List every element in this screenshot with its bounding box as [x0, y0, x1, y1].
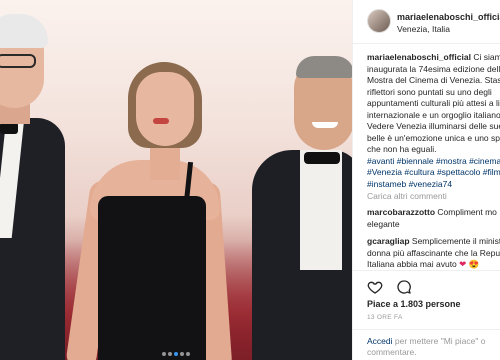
caption-hashtags[interactable]: #Venezia #cultura #spettacolo #film — [367, 167, 500, 179]
caption-line: che non ha eguali. — [367, 144, 437, 154]
caption-line: Vedere Venezia illuminarsi delle sue — [367, 121, 500, 131]
comment-item: gcaragliap Semplicemente il minist donna… — [367, 236, 500, 270]
woman-dress — [98, 196, 206, 360]
comment-text: Semplicemente il minist — [411, 236, 500, 246]
man-right-bowtie — [304, 152, 340, 164]
login-prompt: Accedi per mettere "Mi piace" o commentar… — [367, 336, 497, 358]
man-left-glasses — [0, 54, 36, 68]
action-icons — [367, 279, 422, 295]
heart-emoji: ❤ 😍 — [459, 259, 480, 269]
carousel-dot[interactable] — [162, 352, 166, 356]
woman-lips — [153, 118, 169, 124]
caption-line: Ci siamo. — [473, 52, 500, 62]
comment-item: marcobarazzotto Compliment mo elegante — [367, 207, 500, 230]
load-more-comments-link[interactable]: Carica altri commenti — [367, 191, 500, 201]
comment-text: elegante — [367, 218, 400, 229]
profile-avatar[interactable] — [367, 9, 391, 33]
caption-line: belle è un'emozione unica e uno sp — [367, 132, 500, 143]
likes-count[interactable]: Piace a 1.803 persone — [367, 299, 461, 309]
carousel-dot[interactable] — [174, 352, 178, 356]
post-timestamp: 13 ORE FA — [367, 314, 403, 321]
comment-icon[interactable] — [396, 279, 412, 295]
post-username[interactable]: mariaelenaboschi_official — [397, 12, 500, 22]
comment-text: Compliment mo — [437, 207, 497, 217]
caption-line: inaugurata la 74esima edizione della — [367, 63, 500, 74]
woman-face — [136, 72, 194, 146]
caption-line: Mostra del Cinema di Venezia. Stase — [367, 75, 500, 85]
comment-username[interactable]: gcaragliap — [367, 236, 410, 246]
man-right-shirt — [300, 150, 342, 270]
comment-box: Accedi per mettere "Mi piace" o commentar… — [353, 329, 500, 360]
carousel-dot[interactable] — [168, 352, 172, 356]
post-caption: mariaelenaboschi_official Ci siamo. inau… — [367, 52, 500, 190]
comments-list: mariaelenaboschi_official Ci siamo. inau… — [367, 52, 500, 270]
post-photo[interactable] — [0, 0, 352, 360]
post-location[interactable]: Venezia, Italia — [397, 24, 450, 34]
comment-username[interactable]: marcobarazzotto — [367, 207, 435, 217]
login-prompt-text: per mettere "Mi piace" o — [392, 336, 486, 346]
carousel-dot[interactable] — [180, 352, 184, 356]
caption-line: riflettori sono puntati su uno degli — [367, 86, 492, 97]
post-sidebar: mariaelenaboschi_official Venezia, Itali… — [352, 0, 500, 360]
comment-text: Italiana abbia mai avuto — [367, 259, 457, 269]
post-actions: Piace a 1.803 persone 13 ORE FA Accedi p… — [353, 270, 500, 360]
man-right-hair — [296, 56, 352, 78]
caption-hashtags[interactable]: #avanti #biennale #mostra #cinema — [367, 156, 500, 168]
heart-icon[interactable] — [367, 279, 383, 295]
man-left-hair — [0, 14, 48, 48]
post-header: mariaelenaboschi_official Venezia, Itali… — [353, 0, 500, 44]
carousel-dot[interactable] — [186, 352, 190, 356]
caption-username[interactable]: mariaelenaboschi_official — [367, 52, 471, 62]
man-right-smile — [312, 122, 338, 128]
caption-hashtags[interactable]: #instameb #venezia74 — [367, 179, 500, 191]
caption-line: appuntamenti culturali più attesi a li — [367, 98, 500, 108]
comment-text: donna più affascinante che la Repu — [367, 247, 500, 258]
login-link[interactable]: Accedi — [367, 336, 393, 346]
login-prompt-text: commentare. — [367, 347, 417, 357]
carousel-indicator — [0, 350, 352, 356]
caption-line: internazionale e un orgoglio italiano — [367, 109, 500, 120]
